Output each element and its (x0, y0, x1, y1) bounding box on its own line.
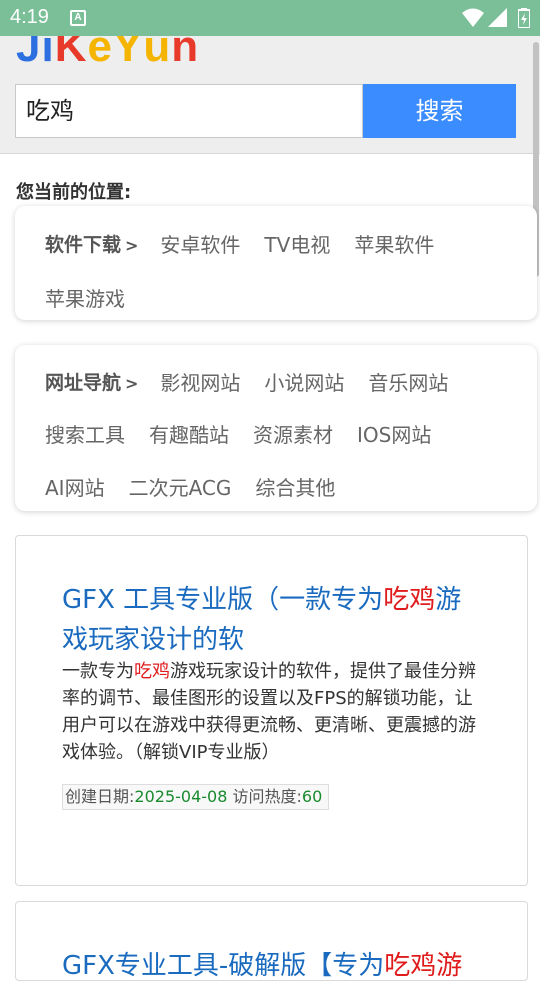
logo-letter: Y (112, 36, 144, 71)
nav-link-resources[interactable]: 资源素材 (253, 419, 333, 448)
article-card[interactable]: GFX专业工具-破解版【专为吃鸡游 (15, 901, 528, 981)
wifi-icon (462, 8, 484, 27)
battery-charging-icon (518, 8, 530, 28)
site-nav-card: 网址导航 > 影视网站 小说网站 音乐网站 搜索工具 有趣酷站 资源素材 IOS网… (15, 345, 537, 511)
nav-link-music-sites[interactable]: 音乐网站 (368, 367, 448, 396)
nav-link-others[interactable]: 综合其他 (255, 472, 335, 501)
site-nav-heading[interactable]: 网址导航 > (45, 368, 138, 395)
nav-link-novel-sites[interactable]: 小说网站 (264, 367, 344, 396)
logo-letter: e (87, 36, 113, 71)
article-description: 一款专为吃鸡游戏玩家设计的软件，提供了最佳分辨率的调节、最佳图形的设置以及FPS… (62, 658, 482, 766)
nav-link-fun-sites[interactable]: 有趣酷站 (149, 419, 229, 448)
heat-label: 访问热度: (232, 787, 302, 806)
nav-link-tv[interactable]: TV电视 (264, 229, 330, 258)
software-nav-heading[interactable]: 软件下载 > (45, 230, 138, 257)
software-nav-heading-text: 软件下载 (45, 233, 122, 256)
header: JiKeYun 吃鸡 搜索 (0, 36, 540, 154)
nav-link-android-software[interactable]: 安卓软件 (160, 229, 240, 258)
notification-a-icon: A (70, 10, 86, 26)
site-nav-heading-text: 网址导航 (45, 371, 122, 394)
article-title[interactable]: GFX 工具专业版（一款专为吃鸡游戏玩家设计的软 (62, 580, 482, 660)
nav-link-apple-games[interactable]: 苹果游戏 (45, 283, 125, 312)
chevron-right-icon: > (125, 373, 139, 393)
search-button[interactable]: 搜索 (363, 84, 516, 138)
signal-icon (488, 8, 507, 27)
status-time: 4:19 (10, 6, 49, 28)
heat-value: 60 (301, 787, 323, 806)
software-nav-card: 软件下载 > 安卓软件 TV电视 苹果软件 苹果游戏 (15, 206, 537, 320)
logo-letter: J (16, 36, 42, 71)
nav-link-apple-software[interactable]: 苹果软件 (354, 229, 434, 258)
nav-link-ai-sites[interactable]: AI网站 (45, 472, 105, 501)
search-input[interactable]: 吃鸡 (15, 84, 363, 138)
nav-link-ios-sites[interactable]: IOS网站 (357, 419, 431, 448)
title-text: GFX 工具专业版（一款专为 (62, 585, 384, 615)
desc-keyword-highlight: 吃鸡 (134, 661, 170, 682)
status-bar: 4:19 A (0, 0, 540, 36)
title-keyword-highlight: 吃鸡游 (384, 951, 463, 981)
logo-letter: n (171, 36, 200, 71)
nav-link-video-sites[interactable]: 影视网站 (160, 367, 240, 396)
breadcrumb-label: 您当前的位置: (16, 182, 132, 203)
date-value: 2025-04-08 (134, 787, 228, 806)
jikeyun-logo[interactable]: JiKeYun (16, 36, 199, 72)
desc-text: 一款专为 (62, 661, 134, 682)
logo-letter: K (54, 36, 88, 71)
article-meta: 创建日期:2025-04-08 访问热度:60 (62, 784, 330, 810)
date-label: 创建日期: (65, 787, 135, 806)
logo-letter: i (41, 36, 55, 71)
article-card[interactable]: GFX 工具专业版（一款专为吃鸡游戏玩家设计的软 一款专为吃鸡游戏玩家设计的软件… (15, 535, 528, 886)
title-keyword-highlight: 吃鸡 (383, 585, 436, 615)
chevron-right-icon: > (125, 235, 139, 255)
nav-link-acg[interactable]: 二次元ACG (129, 472, 232, 501)
title-text: GFX专业工具-破解版【专为 (62, 951, 385, 981)
article-title[interactable]: GFX专业工具-破解版【专为吃鸡游 (62, 946, 502, 981)
nav-link-search-tools[interactable]: 搜索工具 (45, 419, 125, 448)
logo-letter: u (143, 36, 172, 71)
